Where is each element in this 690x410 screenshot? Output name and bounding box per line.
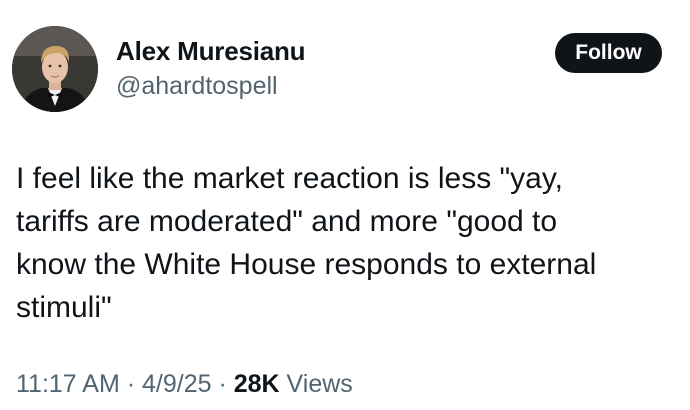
tweet-text-line: stimuli"	[16, 291, 112, 324]
tweet-text: I feel like the market reaction is less …	[16, 157, 680, 329]
avatar[interactable]	[12, 26, 98, 112]
tweet-text-line: know the White House responds to externa…	[16, 248, 597, 281]
tweet-time[interactable]: 11:17 AM	[16, 370, 120, 398]
views-label: Views	[279, 370, 353, 398]
author-name[interactable]: Alex Muresianu	[116, 36, 306, 67]
tweet-text-line: tariffs are moderated" and more "good to	[16, 205, 558, 238]
views-count: 28K	[233, 370, 280, 398]
separator-dot: ·	[119, 370, 142, 398]
author-handle[interactable]: @ahardtospell	[116, 72, 278, 101]
separator-dot: ·	[211, 370, 234, 398]
views-link[interactable]: 28K Views	[234, 370, 353, 398]
tweet-text-line: I feel like the market reaction is less …	[16, 162, 563, 195]
follow-button[interactable]: Follow	[555, 33, 662, 73]
tweet-date[interactable]: 4/9/25	[142, 370, 212, 398]
profile-photo	[12, 26, 98, 112]
tweet-meta: 11:17 AM · 4/9/25 · 28K Views	[16, 370, 353, 399]
